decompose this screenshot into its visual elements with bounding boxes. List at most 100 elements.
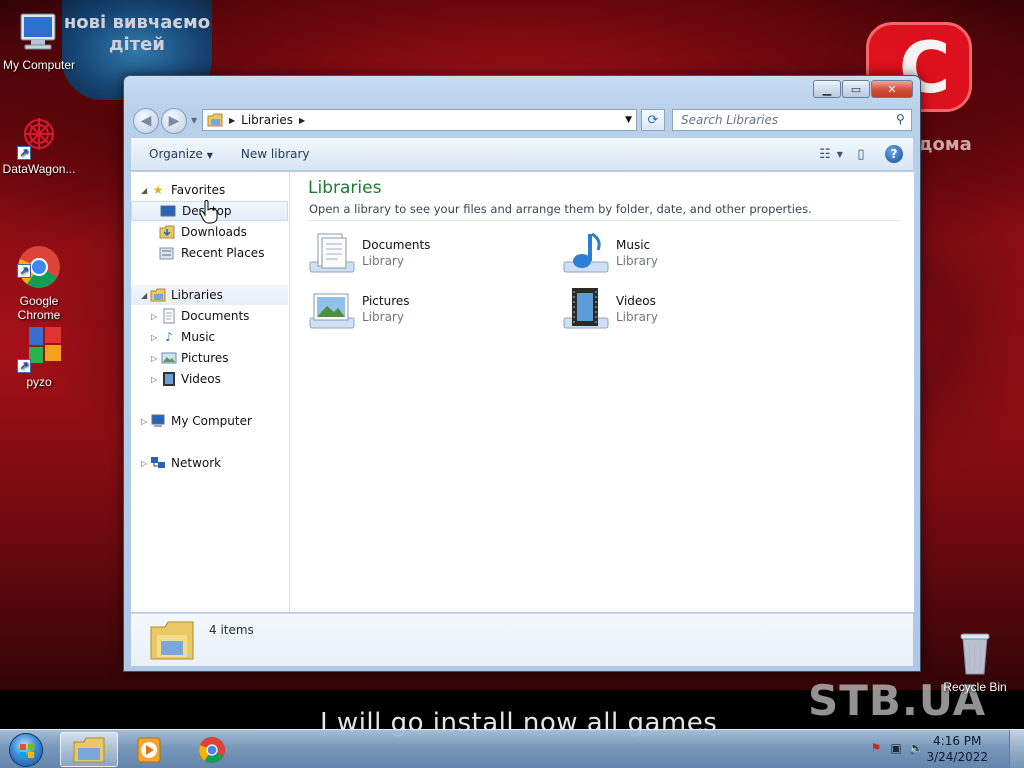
network-icon[interactable]: ▣ (888, 740, 904, 756)
windows-logo-icon (9, 732, 43, 767)
videos-library-icon (562, 286, 610, 334)
volume-icon[interactable]: 🔈 (908, 740, 924, 756)
expand-arrow-icon[interactable]: ▷ (151, 312, 157, 321)
documents-library-icon (308, 230, 356, 278)
pyzo-icon: ↗ (15, 325, 63, 373)
page-title: Libraries (308, 178, 382, 198)
music-icon: ♪ (165, 330, 173, 344)
details-pane: 4 items (131, 613, 913, 666)
clock-time: 4:16 PM (933, 734, 982, 748)
desktop-icon-pyzo[interactable]: ↗ pyzo (0, 325, 78, 389)
nav-videos[interactable]: ▷ Videos (131, 369, 288, 389)
explorer-folder-icon (73, 737, 105, 762)
collapse-arrow-icon[interactable]: ◢ (141, 186, 147, 195)
content-pane: Libraries Open a library to see your fil… (290, 172, 914, 612)
media-player-icon (137, 737, 161, 762)
collapse-arrow-icon[interactable]: ◢ (141, 291, 147, 300)
expand-arrow-icon[interactable]: ▷ (141, 417, 147, 426)
desktop-icon-google-chrome[interactable]: ↗ Google Chrome (0, 216, 78, 336)
address-bar[interactable]: ▶ Libraries ▶ ▼ (202, 109, 637, 131)
shortcut-arrow-icon: ↗ (17, 359, 31, 373)
breadcrumb-arrow-icon[interactable]: ▶ (229, 116, 235, 125)
forward-arrow-icon: ▶ (168, 113, 180, 129)
change-view-button[interactable]: ☷ ▼ (819, 144, 843, 164)
close-icon: ✕ (887, 82, 897, 96)
divider (308, 220, 900, 221)
expand-arrow-icon[interactable]: ▷ (151, 375, 157, 384)
library-documents[interactable]: Documents Library (308, 230, 548, 280)
desktop-icon-label: Recycle Bin (943, 680, 1007, 694)
expand-arrow-icon[interactable]: ▷ (151, 354, 157, 363)
organize-button[interactable]: Organize ▼ (139, 147, 223, 161)
back-button[interactable]: ◀ (133, 108, 159, 134)
start-button[interactable] (4, 730, 48, 768)
recycle-bin-icon (951, 630, 999, 678)
help-icon[interactable]: ? (885, 145, 903, 163)
close-button[interactable]: ✕ (871, 80, 913, 98)
new-library-button[interactable]: New library (231, 147, 320, 161)
desktop-icon-recycle-bin[interactable]: Recycle Bin (936, 630, 1014, 694)
show-desktop-button[interactable] (1009, 730, 1024, 768)
navigation-bar: ◀ ▶ ▼ ▶ Libraries ▶ ▼ ⟳ Search Libraries… (131, 106, 913, 134)
maximize-icon: ▭ (850, 82, 862, 96)
nav-recent-places[interactable]: Recent Places (131, 243, 288, 263)
desktop-icon-label: pyzo (26, 375, 52, 389)
chrome-icon: ↗ (15, 230, 63, 288)
desktop-icon-label: Google Chrome (17, 294, 61, 322)
desktop-icon-my-computer[interactable]: My Computer (0, 8, 78, 72)
nav-my-computer[interactable]: ▷ My Computer (131, 411, 288, 431)
recent-pages-dropdown[interactable]: ▼ (191, 116, 197, 125)
explorer-window[interactable]: ▁ ▭ ✕ ◀ ▶ ▼ ▶ Libraries ▶ ▼ ⟳ Search Lib… (123, 75, 921, 672)
page-subtitle: Open a library to see your files and arr… (309, 202, 812, 216)
minimize-button[interactable]: ▁ (813, 80, 841, 98)
desktop-icon (160, 203, 176, 219)
desktop-icon-datawagon[interactable]: ↗ DataWagon... (0, 112, 78, 176)
shortcut-arrow-icon: ↗ (17, 264, 31, 278)
search-input[interactable]: Search Libraries (672, 109, 912, 131)
expand-arrow-icon[interactable]: ▷ (141, 459, 147, 468)
library-pictures[interactable]: Pictures Library (308, 286, 548, 336)
nav-favorites[interactable]: ◢ ★ Favorites (131, 180, 288, 200)
back-arrow-icon: ◀ (140, 113, 152, 129)
breadcrumb-libraries[interactable]: Libraries (241, 113, 293, 127)
music-library-icon (562, 230, 610, 278)
libraries-folder-icon (207, 113, 223, 127)
desktop-icon-label: My Computer (2, 58, 76, 72)
nav-network[interactable]: ▷ Network (131, 453, 288, 473)
clock[interactable]: 4:16 PM 3/24/2022 (926, 733, 988, 765)
nav-libraries[interactable]: ◢ Libraries (131, 285, 288, 305)
command-bar: Organize ▼ New library ☷ ▼ ▯ ? (131, 138, 913, 171)
libraries-folder-icon (149, 619, 195, 661)
search-icon[interactable]: ⚲ (896, 112, 905, 126)
navigation-pane: ◢ ★ Favorites Desktop Downloads Recent P… (131, 172, 290, 612)
nav-music[interactable]: ▷ ♪ Music (131, 327, 288, 347)
nav-documents[interactable]: ▷ Documents (131, 306, 288, 326)
breadcrumb-arrow-icon[interactable]: ▶ (299, 116, 305, 125)
refresh-button[interactable]: ⟳ (641, 109, 665, 131)
forward-button[interactable]: ▶ (161, 108, 187, 134)
wallpaper-side-text: дома (918, 134, 972, 155)
network-icon (150, 455, 166, 471)
taskbar-media-player[interactable] (120, 732, 178, 767)
library-music[interactable]: Music Library (562, 230, 802, 280)
expand-arrow-icon[interactable]: ▷ (151, 333, 157, 342)
address-dropdown-icon[interactable]: ▼ (625, 115, 632, 125)
preview-pane-button[interactable]: ▯ (851, 144, 871, 164)
preview-pane-icon: ▯ (857, 146, 865, 162)
computer-icon (150, 413, 166, 429)
taskbar-explorer[interactable] (60, 732, 118, 767)
item-count: 4 items (209, 623, 254, 637)
maximize-button[interactable]: ▭ (842, 80, 870, 98)
nav-pictures[interactable]: ▷ Pictures (131, 348, 288, 368)
action-center-flag-icon[interactable]: ⚑ (868, 740, 884, 756)
taskbar-chrome[interactable] (183, 732, 241, 767)
library-videos[interactable]: Videos Library (562, 286, 802, 336)
nav-downloads[interactable]: Downloads (131, 222, 288, 242)
chevron-down-icon: ▼ (836, 149, 843, 159)
computer-icon (15, 8, 63, 56)
libraries-folder-icon (150, 287, 166, 303)
datawagon-icon: ↗ (15, 112, 63, 160)
mouse-cursor-icon (199, 200, 219, 224)
title-bar[interactable]: ▁ ▭ ✕ (124, 76, 920, 106)
pictures-library-icon (308, 286, 356, 334)
